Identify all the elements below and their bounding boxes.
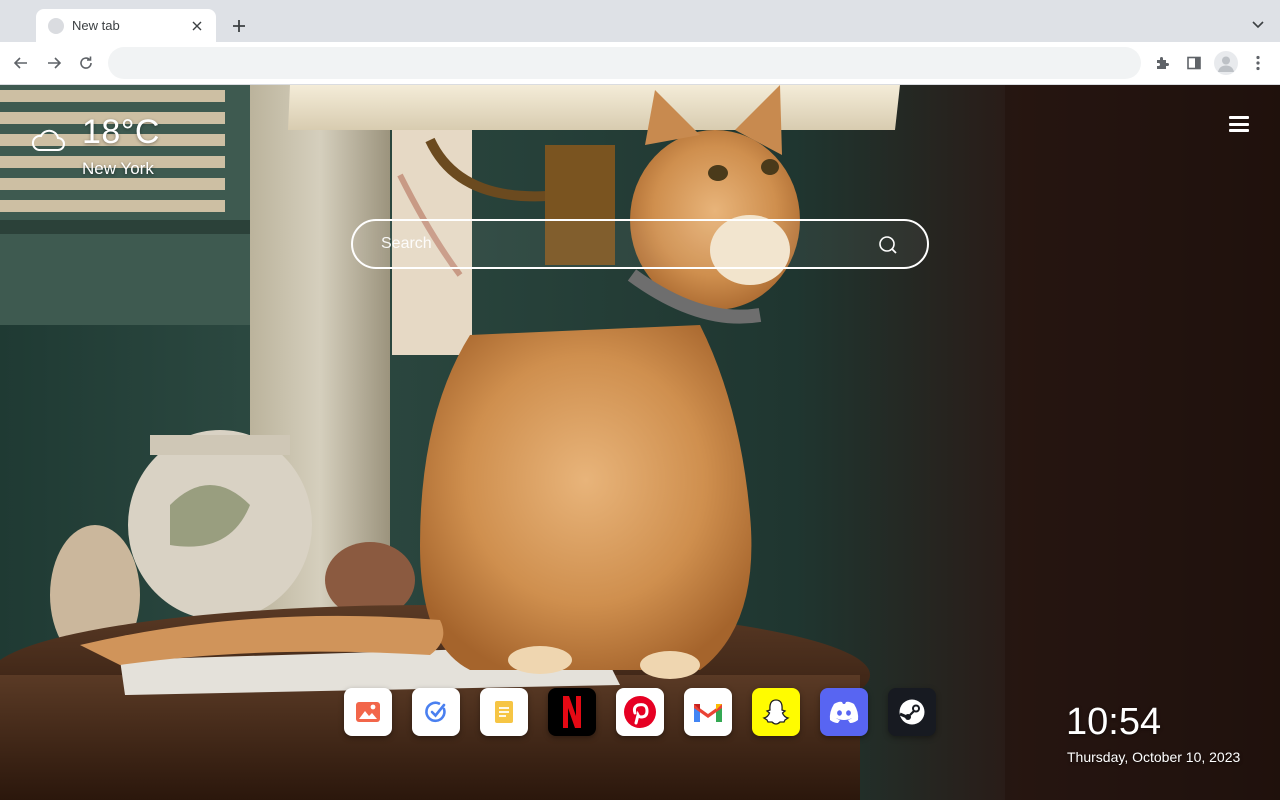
netflix-icon xyxy=(563,696,581,728)
browser-menu-button[interactable] xyxy=(1245,50,1271,76)
tab-search-button[interactable] xyxy=(1247,13,1269,37)
back-button[interactable] xyxy=(8,50,34,76)
shortcut-photos[interactable] xyxy=(344,688,392,736)
search-icon[interactable] xyxy=(877,234,899,256)
shortcut-tasks[interactable] xyxy=(412,688,460,736)
shortcut-netflix[interactable] xyxy=(548,688,596,736)
notes-icon xyxy=(495,701,513,723)
address-bar[interactable] xyxy=(108,47,1141,79)
reload-icon xyxy=(80,56,92,69)
arrow-left-icon xyxy=(13,57,27,69)
check-icon xyxy=(425,701,446,723)
tab-strip: New tab xyxy=(0,0,1280,42)
forward-button[interactable] xyxy=(41,50,67,76)
gmail-icon xyxy=(694,704,722,722)
clock-date: Thursday, October 10, 2023 xyxy=(1067,749,1241,765)
arrow-right-icon xyxy=(48,57,62,69)
browser-toolbar xyxy=(0,42,1280,85)
shortcut-pinterest[interactable] xyxy=(616,688,664,736)
new-tab-button[interactable] xyxy=(226,13,252,39)
shortcut-notes[interactable] xyxy=(480,688,528,736)
steam-icon xyxy=(899,699,925,725)
shortcut-discord[interactable] xyxy=(820,688,868,736)
side-panel-button[interactable] xyxy=(1181,50,1207,76)
profile-avatar[interactable] xyxy=(1214,51,1238,75)
temperature: 18°C xyxy=(82,113,160,151)
close-tab-button[interactable] xyxy=(188,17,206,35)
discord-icon xyxy=(829,701,859,723)
pinterest-icon xyxy=(624,696,656,728)
weather-city: New York xyxy=(82,159,154,178)
shortcut-steam[interactable] xyxy=(888,688,936,736)
chevron-down-icon xyxy=(1252,21,1264,29)
menu-line xyxy=(1229,129,1249,132)
shortcut-dock xyxy=(344,688,936,736)
menu-line xyxy=(1229,116,1249,119)
side-panel-icon xyxy=(1187,56,1201,70)
hamburger-menu-button[interactable] xyxy=(1226,113,1252,135)
extensions-button[interactable] xyxy=(1149,50,1175,76)
new-tab-page: 18°C New York Search 10:54 Thursday, Oct… xyxy=(0,85,1280,800)
person-icon xyxy=(1218,56,1234,72)
puzzle-icon xyxy=(1157,57,1169,69)
cloud-icon xyxy=(31,129,65,151)
clock-time: 10:54 xyxy=(1066,701,1162,743)
kebab-menu-icon xyxy=(1256,55,1260,71)
menu-line xyxy=(1229,122,1249,126)
close-icon xyxy=(192,21,202,30)
shortcut-gmail[interactable] xyxy=(684,688,732,736)
reload-button[interactable] xyxy=(73,50,99,76)
snapchat-icon xyxy=(762,699,790,725)
tab-favicon-icon xyxy=(48,17,64,34)
search-input[interactable] xyxy=(381,221,861,267)
image-icon xyxy=(356,702,380,722)
tab-title: New tab xyxy=(72,18,120,33)
shortcut-snapchat[interactable] xyxy=(752,688,800,736)
search-bar xyxy=(351,219,929,269)
active-tab[interactable]: New tab xyxy=(36,9,216,42)
plus-icon xyxy=(233,20,245,32)
